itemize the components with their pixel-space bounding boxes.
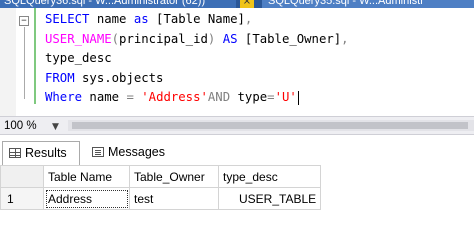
- tab-sqlquery35[interactable]: SQLQuery35.sql - W...Administr: [262, 0, 474, 8]
- grid-cell[interactable]: test: [129, 187, 219, 210]
- text-caret: [297, 90, 299, 105]
- scrollbar-thumb[interactable]: [72, 122, 468, 129]
- code-token: type: [230, 90, 268, 104]
- change-tracking-bar: [34, 8, 36, 104]
- tab-results-label: Results: [25, 146, 67, 160]
- zoom-value: 100 %: [4, 120, 37, 132]
- column-header[interactable]: type_desc: [217, 165, 322, 188]
- tab-sqlquery36[interactable]: SQLQuery36.sql - W...Administrator (62)): [0, 0, 236, 8]
- code-line[interactable]: type_desc: [45, 49, 349, 69]
- grid-corner[interactable]: [0, 165, 44, 188]
- close-tab-icon[interactable]: ×: [240, 0, 254, 8]
- code-token: FROM: [45, 70, 75, 85]
- code-token: (: [111, 31, 120, 46]
- column-header[interactable]: Table_Owner: [129, 165, 219, 188]
- horizontal-scrollbar[interactable]: [68, 120, 474, 131]
- code-token: principal_id: [119, 31, 208, 46]
- code-token: =: [267, 90, 275, 104]
- tab-messages-label: Messages: [108, 145, 165, 159]
- code-token: [Table_Owner]: [244, 31, 342, 46]
- zoom-select[interactable]: 100 % ▼: [4, 119, 60, 133]
- query-editor[interactable]: − SELECT name as [Table Name], USER_NAME(…: [0, 8, 474, 116]
- grid-cell[interactable]: Address: [43, 187, 130, 210]
- code-token: AS: [215, 31, 245, 46]
- code-token: type_desc: [45, 51, 112, 65]
- code-line[interactable]: FROM sys.objects: [45, 69, 349, 89]
- messages-icon: [92, 147, 104, 157]
- grid-cell[interactable]: USER_TABLE: [217, 187, 322, 210]
- table-row[interactable]: 1 Address test USER_TABLE: [0, 187, 322, 210]
- code-token: USER_NAME: [45, 31, 112, 46]
- code-line[interactable]: Where name = 'Address'AND type='U': [45, 88, 349, 108]
- code-token: =: [126, 90, 134, 104]
- code-token: [Table Name]: [148, 12, 245, 26]
- grid-header-row: Table Name Table_Owner type_desc: [0, 165, 322, 188]
- results-grid[interactable]: Table Name Table_Owner type_desc 1 Addre…: [0, 165, 322, 210]
- code-token: 'U': [274, 90, 297, 104]
- code-token: Where: [45, 90, 83, 104]
- code-token: as: [133, 12, 149, 26]
- sql-code[interactable]: SELECT name as [Table Name], USER_NAME(pr…: [45, 10, 349, 108]
- row-number[interactable]: 1: [0, 187, 44, 210]
- editor-status-bar: 100 % ▼: [0, 116, 474, 135]
- code-token: name: [89, 12, 134, 26]
- outline-guide: [24, 27, 25, 99]
- code-token: name: [82, 90, 127, 104]
- tab-messages[interactable]: Messages: [86, 141, 172, 163]
- code-token: SELECT: [45, 12, 90, 26]
- code-token: AND: [207, 90, 231, 104]
- column-header[interactable]: Table Name: [43, 165, 130, 188]
- tab-results[interactable]: Results: [2, 141, 80, 165]
- code-token: ,: [341, 31, 349, 46]
- document-tab-strip: SQLQuery36.sql - W...Administrator (62))…: [0, 0, 474, 8]
- editor-gutter: [0, 8, 16, 116]
- chevron-down-icon[interactable]: ▼: [52, 120, 59, 134]
- grid-icon: [9, 148, 21, 158]
- code-token: ,: [244, 12, 253, 26]
- code-line[interactable]: SELECT name as [Table Name],: [45, 10, 349, 30]
- collapse-toggle-icon[interactable]: −: [19, 16, 29, 26]
- code-line[interactable]: USER_NAME(principal_id) AS [Table_Owner]…: [45, 30, 349, 50]
- code-token: 'Address': [141, 90, 208, 104]
- results-pane: Results Messages Table Name Table_Owner …: [0, 135, 474, 248]
- code-token: sys.objects: [74, 70, 164, 85]
